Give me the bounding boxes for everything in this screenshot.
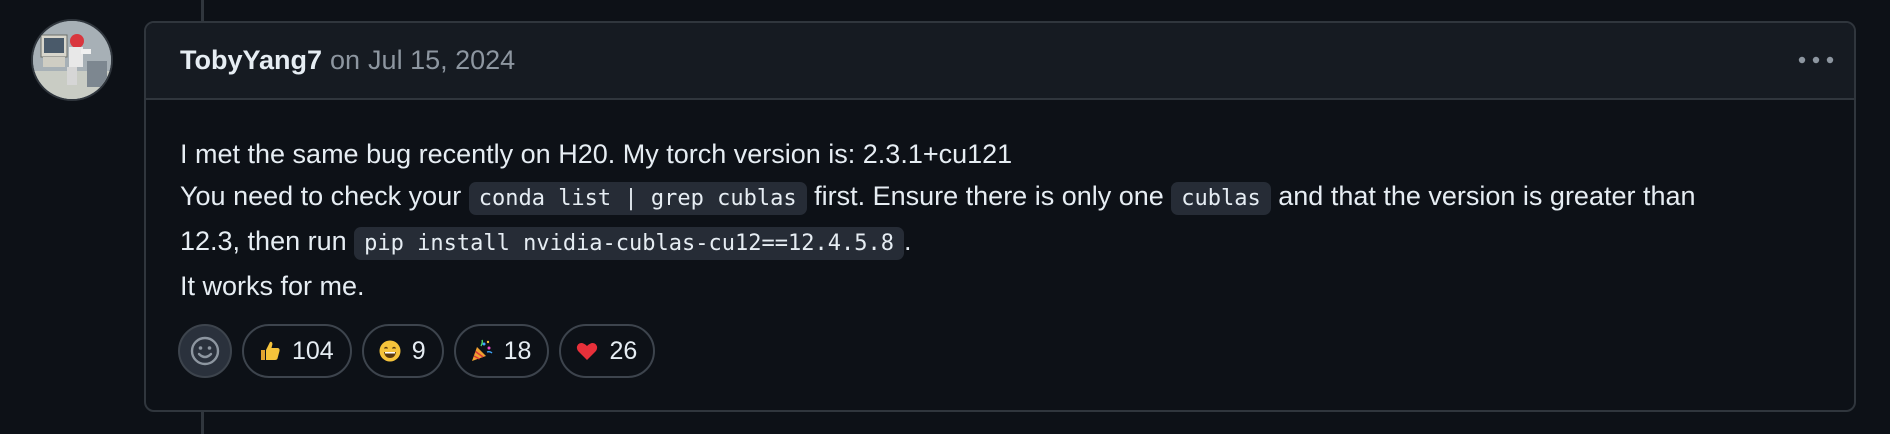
author-name[interactable]: TobyYang7 bbox=[180, 45, 322, 76]
reactions-bar: 104 9 18 26 bbox=[178, 324, 656, 380]
reaction-count: 26 bbox=[609, 336, 638, 365]
body-text: You need to check your bbox=[180, 181, 469, 211]
comment-card: TobyYang7 on Jul 15, 2024 I met the same … bbox=[144, 21, 1856, 412]
body-text: first. Ensure there is only one bbox=[806, 181, 1172, 211]
reaction-laugh[interactable]: 9 bbox=[361, 324, 444, 378]
body-text: 12.3, then run bbox=[180, 226, 355, 256]
reaction-count: 18 bbox=[503, 336, 532, 365]
body-line-1: I met the same bug recently on H20. My t… bbox=[180, 139, 1013, 169]
body-line-4: It works for me. bbox=[180, 271, 365, 301]
reaction-hooray[interactable]: 18 bbox=[453, 324, 550, 378]
body-text: and that the version is greater than bbox=[1270, 181, 1696, 211]
comment-header: TobyYang7 on Jul 15, 2024 bbox=[146, 23, 1854, 100]
laugh-icon bbox=[379, 340, 401, 362]
kebab-horizontal-icon bbox=[1798, 56, 1834, 64]
comment-date[interactable]: on Jul 15, 2024 bbox=[330, 45, 515, 76]
add-reaction-button[interactable] bbox=[178, 324, 232, 378]
thumbs-up-icon bbox=[261, 341, 280, 360]
reaction-thumbs-up[interactable]: 104 bbox=[242, 324, 352, 378]
avatar[interactable] bbox=[31, 19, 113, 101]
body-line-2: You need to check your conda list | grep… bbox=[180, 175, 1830, 220]
date-prefix: on bbox=[330, 45, 361, 75]
inline-code: pip install nvidia-cublas-cu12==12.4.5.8 bbox=[354, 227, 904, 260]
body-line-3: 12.3, then run pip install nvidia-cublas… bbox=[180, 220, 1830, 265]
hooray-icon bbox=[471, 339, 493, 361]
inline-code: conda list | grep cublas bbox=[468, 182, 807, 215]
more-options-button[interactable] bbox=[1796, 43, 1836, 77]
inline-code: cublas bbox=[1171, 182, 1271, 215]
smiley-icon bbox=[190, 336, 220, 366]
comment-body: I met the same bug recently on H20. My t… bbox=[180, 133, 1830, 307]
body-text: . bbox=[903, 226, 912, 256]
reaction-count: 104 bbox=[292, 336, 334, 365]
heart-icon bbox=[577, 343, 598, 360]
reaction-heart[interactable]: 26 bbox=[559, 324, 656, 378]
avatar-image bbox=[33, 21, 111, 99]
date-text: Jul 15, 2024 bbox=[368, 45, 516, 75]
reaction-count: 9 bbox=[411, 336, 426, 365]
